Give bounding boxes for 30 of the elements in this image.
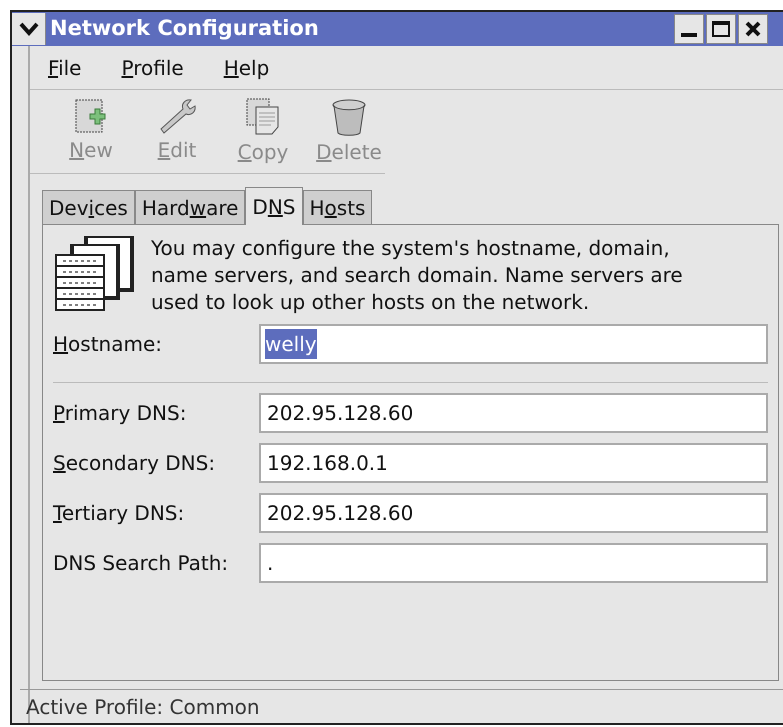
tab[interactable]: DNS bbox=[245, 187, 302, 225]
status-text: Active Profile: Common bbox=[26, 694, 260, 720]
window-menu-button[interactable] bbox=[12, 13, 46, 45]
input-field[interactable]: 202.95.128.60 bbox=[259, 393, 768, 433]
input-field[interactable]: 202.95.128.60 bbox=[259, 493, 768, 533]
field-label: Primary DNS: bbox=[53, 400, 188, 427]
minimize-icon bbox=[681, 33, 697, 37]
server-list-icon bbox=[53, 235, 137, 311]
field-label: DNS Search Path: bbox=[53, 550, 230, 577]
close-icon bbox=[745, 21, 761, 37]
input-field[interactable]: 192.168.0.1 bbox=[259, 443, 768, 483]
maximize-icon bbox=[712, 21, 730, 37]
menu-item[interactable]: File bbox=[48, 52, 82, 82]
hostname-field[interactable]: welly bbox=[259, 324, 768, 364]
input-field[interactable]: . bbox=[259, 543, 768, 583]
description-text: You may configure the system's hostname, domain, name servers, and search domain. Name servers are used to look up other hosts on the network. bbox=[151, 235, 684, 316]
tab[interactable]: Hosts bbox=[302, 190, 372, 224]
tab[interactable]: Devices bbox=[42, 190, 135, 224]
maximize-button[interactable] bbox=[706, 14, 736, 44]
field-label: Secondary DNS: bbox=[53, 450, 216, 477]
close-button[interactable] bbox=[738, 14, 768, 44]
minimize-button[interactable] bbox=[674, 14, 704, 44]
menu-item[interactable]: Profile bbox=[121, 52, 184, 82]
menu-item[interactable]: Help bbox=[224, 52, 270, 82]
field-label: Hostname: bbox=[53, 331, 164, 358]
trash-can-icon bbox=[330, 96, 368, 136]
chevron-down-icon bbox=[18, 22, 38, 36]
tab[interactable]: Hardware bbox=[134, 190, 246, 224]
window-title: Network Configuration bbox=[50, 15, 319, 42]
field-label: Tertiary DNS: bbox=[53, 500, 186, 527]
